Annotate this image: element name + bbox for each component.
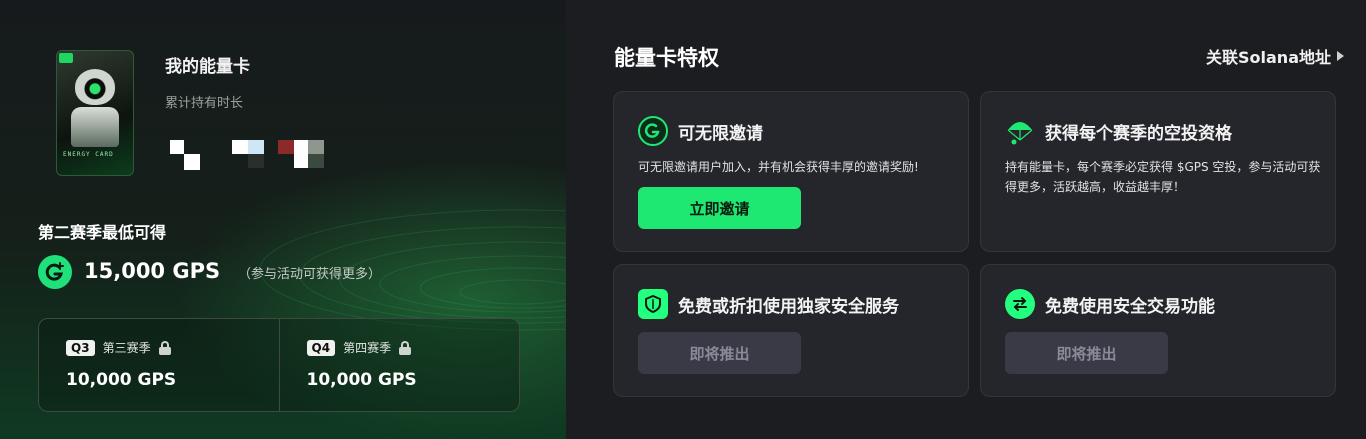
link-solana-label[interactable]: 关联Solana地址 [1206, 44, 1331, 68]
season-gps-note: （参与活动可获得更多） [238, 267, 382, 282]
gps-logo-icon [638, 116, 668, 146]
privileges-title: 能量卡特权 [614, 46, 719, 70]
quarter-q4: Q4 第四赛季 10,000 GPS [278, 319, 520, 411]
robot-body-illustration [71, 107, 119, 147]
privilege-desc: 持有能量卡，每个赛季必定获得 $GPS 空投，参与活动可获得更多，活跃越高，收益… [1005, 160, 1321, 194]
privilege-card-airdrop: 获得每个赛季的空投资格 持有能量卡，每个赛季必定获得 $GPS 空投，参与活动可… [980, 91, 1336, 252]
card-brand-text: ENERGY CARD [63, 151, 114, 158]
my-energy-card-title: 我的能量卡 [165, 57, 250, 77]
holding-duration-value-redacted [170, 124, 340, 172]
quarter-q3: Q3 第三赛季 10,000 GPS [39, 319, 279, 411]
quarter-name: 第三赛季 [102, 341, 151, 355]
lock-icon [158, 340, 171, 355]
quarter-badge: Q4 [306, 339, 336, 356]
energy-card-image: ENERGY CARD [56, 50, 134, 176]
privilege-card-secure-trading: 免费使用安全交易功能 即将推出 [980, 264, 1336, 397]
privilege-title: 免费或折扣使用独家安全服务 [678, 296, 899, 317]
coming-soon-button[interactable]: 即将推出 [1005, 332, 1168, 374]
privilege-desc: 可无限邀请用户加入，并有机会获得丰厚的邀请奖励! [638, 160, 919, 174]
season-gps-amount: 15,000 GPS [84, 259, 221, 283]
robot-head-illustration [75, 69, 115, 105]
privilege-card-unlimited-invite: 可无限邀请 可无限邀请用户加入，并有机会获得丰厚的邀请奖励! 立即邀请 [613, 91, 969, 252]
invite-now-button[interactable]: 立即邀请 [638, 187, 801, 229]
privilege-card-security-service: 免费或折扣使用独家安全服务 即将推出 [613, 264, 969, 397]
swap-icon [1005, 289, 1035, 319]
energy-card-panel: ENERGY CARD 我的能量卡 累计持有时长 第二赛季最低可得 15,000… [0, 0, 566, 439]
coming-soon-button[interactable]: 即将推出 [638, 332, 801, 374]
card-corner-mark [59, 53, 73, 63]
privileges-panel: 能量卡特权 关联Solana地址 可无限邀请 可无限邀请用户加入，并有机会获得丰… [566, 0, 1366, 439]
chevron-right-icon[interactable] [1337, 51, 1344, 61]
privilege-title: 可无限邀请 [678, 123, 763, 144]
shield-icon [638, 289, 668, 319]
season-two-min-title: 第二赛季最低可得 [38, 223, 167, 242]
gps-logo-icon [38, 255, 72, 289]
quarter-value: 10,000 GPS [306, 370, 417, 390]
privilege-title: 获得每个赛季的空投资格 [1045, 123, 1232, 144]
link-solana-address[interactable]: 关联Solana地址 [1206, 44, 1344, 68]
holding-duration-label: 累计持有时长 [165, 96, 244, 111]
lock-icon [399, 340, 412, 355]
parachute-icon [1005, 116, 1035, 146]
quarters-box: Q3 第三赛季 10,000 GPS Q4 第四赛季 10,000 GPS [38, 318, 520, 412]
quarter-value: 10,000 GPS [66, 370, 177, 390]
privilege-title: 免费使用安全交易功能 [1045, 296, 1215, 317]
quarter-badge: Q3 [66, 339, 95, 356]
quarter-name: 第四赛季 [343, 341, 392, 355]
